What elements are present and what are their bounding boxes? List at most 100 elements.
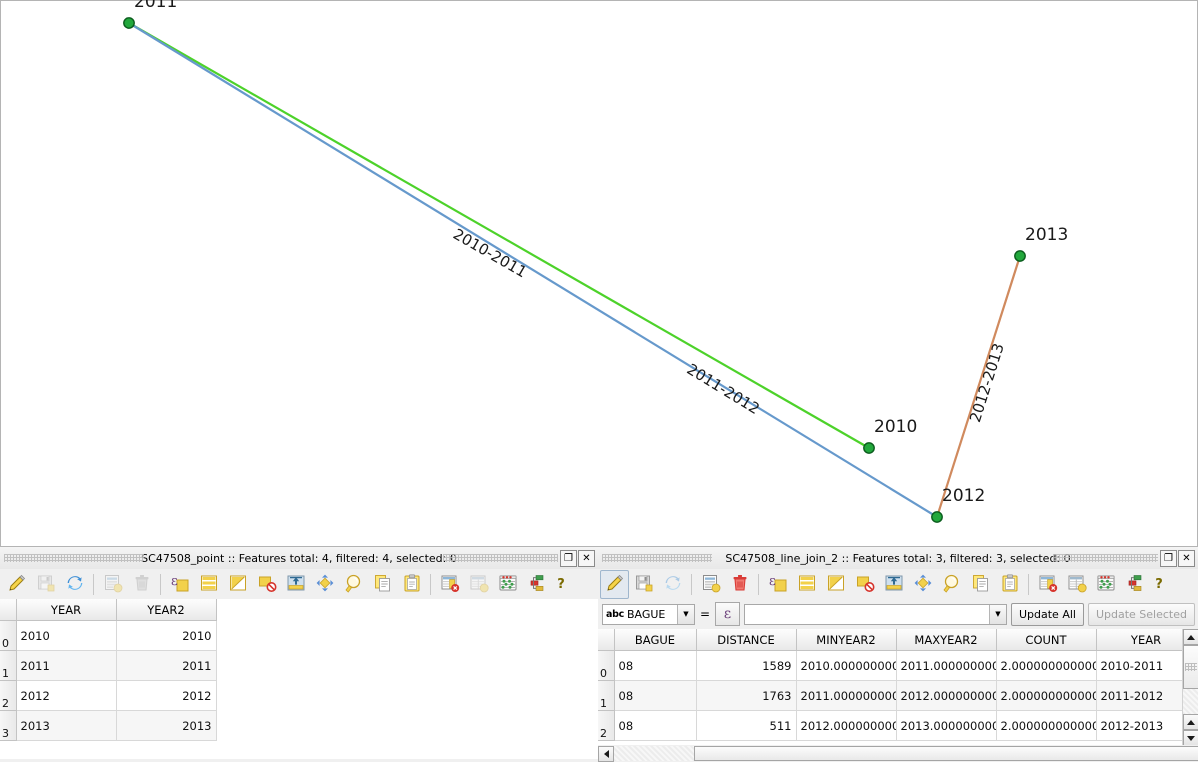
table-cell[interactable]: 2012-2013: [1096, 710, 1197, 741]
map-line-2011-2012[interactable]: [128, 22, 938, 518]
vertical-scrollbar-thumb[interactable]: [1183, 645, 1198, 689]
update-all-button[interactable]: Update All: [1010, 602, 1084, 626]
table-cell[interactable]: 2010.000000000...: [796, 650, 897, 681]
table-row[interactable]: 1 2011 2011: [0, 650, 217, 681]
add-feature-button[interactable]: [696, 570, 725, 599]
reload-table-button[interactable]: [60, 570, 89, 599]
toggle-editing-button[interactable]: [600, 569, 629, 599]
table-cell[interactable]: 08: [614, 710, 697, 741]
undock-icon[interactable]: ❐: [560, 550, 577, 567]
select-by-expression-button[interactable]: ε: [165, 570, 194, 599]
table-cell[interactable]: 2011.000000000...: [896, 650, 997, 681]
horizontal-scrollbar-track[interactable]: [614, 746, 1198, 761]
table-cell[interactable]: 511: [696, 710, 797, 741]
table-corner-header[interactable]: [598, 629, 615, 651]
map-canvas[interactable]: 2011 2010 2012 2013 2010-2011 2011-2012 2012-2…: [0, 0, 1198, 547]
column-header[interactable]: COUNT: [996, 629, 1097, 651]
table-cell[interactable]: 2013: [116, 710, 217, 741]
pan-map-to-selection-button[interactable]: [908, 570, 937, 599]
table-cell[interactable]: 2.000000000000...: [996, 710, 1097, 741]
deselect-all-button[interactable]: [252, 570, 281, 599]
map-point-2013[interactable]: [1014, 250, 1026, 262]
delete-selected-button[interactable]: [725, 570, 754, 599]
new-column-button[interactable]: [1062, 570, 1091, 599]
row-id[interactable]: 1: [598, 680, 615, 711]
table-cell[interactable]: 2010: [16, 620, 117, 651]
row-id[interactable]: 0: [0, 620, 17, 651]
vertical-scrollbar-track[interactable]: [1183, 689, 1198, 714]
row-id[interactable]: 3: [0, 710, 17, 741]
help-icon[interactable]: ?: [551, 577, 571, 592]
row-id[interactable]: 2: [598, 710, 615, 741]
save-edits-button[interactable]: [629, 570, 658, 599]
delete-column-button[interactable]: [1033, 570, 1062, 599]
table-cell[interactable]: 2011: [116, 650, 217, 681]
left-panel-drag-grip-right[interactable]: [443, 554, 558, 562]
table-cell[interactable]: 1763: [696, 680, 797, 711]
table-cell[interactable]: 08: [614, 650, 697, 681]
right-panel-drag-grip-right[interactable]: [1053, 554, 1158, 562]
expression-builder-button[interactable]: ε: [715, 602, 741, 626]
table-row[interactable]: 2085112012.000000000...2013.000000000...…: [598, 710, 1197, 741]
delete-column-button[interactable]: [435, 570, 464, 599]
table-cell[interactable]: 2012.000000000...: [896, 680, 997, 711]
scroll-up-button[interactable]: [1183, 629, 1198, 645]
expression-input[interactable]: ▼: [744, 603, 1007, 625]
table-row[interactable]: 3 2013 2013: [0, 710, 217, 741]
point-attribute-table[interactable]: YEAR YEAR2 0 2010 2010 1 2011 2011 2 2012 2012 3 201…: [0, 599, 598, 759]
table-cell[interactable]: 2.000000000000...: [996, 650, 1097, 681]
chevron-down-icon[interactable]: ▼: [988, 604, 1006, 624]
scroll-down-button[interactable]: [1183, 730, 1198, 746]
open-field-calculator-button[interactable]: [493, 570, 522, 599]
close-icon[interactable]: ✕: [1178, 550, 1195, 567]
column-header[interactable]: YEAR2: [116, 599, 217, 621]
deselect-all-button[interactable]: [850, 570, 879, 599]
undock-icon[interactable]: ❐: [1160, 550, 1177, 567]
horizontal-scrollbar[interactable]: [598, 745, 1198, 762]
copy-selected-rows-button[interactable]: [368, 570, 397, 599]
paste-features-button[interactable]: [995, 570, 1024, 599]
column-header[interactable]: DISTANCE: [696, 629, 797, 651]
table-cell[interactable]: 2011-2012: [1096, 680, 1197, 711]
right-panel-drag-grip[interactable]: [602, 554, 712, 562]
table-cell[interactable]: 2012: [16, 680, 117, 711]
column-header[interactable]: BAGUE: [614, 629, 697, 651]
table-cell[interactable]: 2010-2011: [1096, 650, 1197, 681]
move-selection-to-top-button[interactable]: [281, 570, 310, 599]
zoom-map-to-selection-button[interactable]: [339, 570, 368, 599]
table-cell[interactable]: 2013: [16, 710, 117, 741]
column-header[interactable]: YEAR: [1096, 629, 1197, 651]
table-cell[interactable]: 2011: [16, 650, 117, 681]
help-icon[interactable]: ?: [1149, 577, 1169, 592]
invert-selection-button[interactable]: [821, 570, 850, 599]
select-all-button[interactable]: [194, 570, 223, 599]
table-cell[interactable]: 1589: [696, 650, 797, 681]
select-by-expression-button[interactable]: ε: [763, 570, 792, 599]
table-cell[interactable]: 2013.000000000...: [896, 710, 997, 741]
table-cell[interactable]: 08: [614, 680, 697, 711]
map-point-2012[interactable]: [931, 511, 943, 523]
table-cell[interactable]: 2012: [116, 680, 217, 711]
field-select-combo[interactable]: abc BAGUE ▼: [602, 603, 695, 625]
open-field-calculator-button[interactable]: [1091, 570, 1120, 599]
move-selection-to-top-button[interactable]: [879, 570, 908, 599]
toggle-editing-button[interactable]: [2, 570, 31, 599]
map-point-2010[interactable]: [863, 442, 875, 454]
vertical-scrollbar[interactable]: [1182, 629, 1198, 762]
table-row[interactable]: 2 2012 2012: [0, 680, 217, 711]
table-row[interactable]: 10817632011.000000000...2012.000000000..…: [598, 680, 1197, 711]
table-row[interactable]: 00815892010.000000000...2011.000000000..…: [598, 650, 1197, 681]
row-id[interactable]: 0: [598, 650, 615, 681]
horizontal-scrollbar-thumb[interactable]: [694, 746, 1198, 761]
table-cell[interactable]: 2012.000000000...: [796, 710, 897, 741]
table-cell[interactable]: 2011.000000000...: [796, 680, 897, 711]
line-attribute-table[interactable]: BAGUE DISTANCE MINYEAR2 MAXYEAR2 COUNT YEAR 0 0…: [598, 629, 1198, 762]
map-point-2011[interactable]: [123, 17, 135, 29]
column-header[interactable]: MINYEAR2: [796, 629, 897, 651]
table-row[interactable]: 0 2010 2010: [0, 620, 217, 651]
column-header[interactable]: MAXYEAR2: [896, 629, 997, 651]
table-cell[interactable]: 2.000000000000...: [996, 680, 1097, 711]
paste-features-button[interactable]: [397, 570, 426, 599]
scroll-left-button[interactable]: [598, 745, 614, 762]
copy-selected-rows-button[interactable]: [966, 570, 995, 599]
